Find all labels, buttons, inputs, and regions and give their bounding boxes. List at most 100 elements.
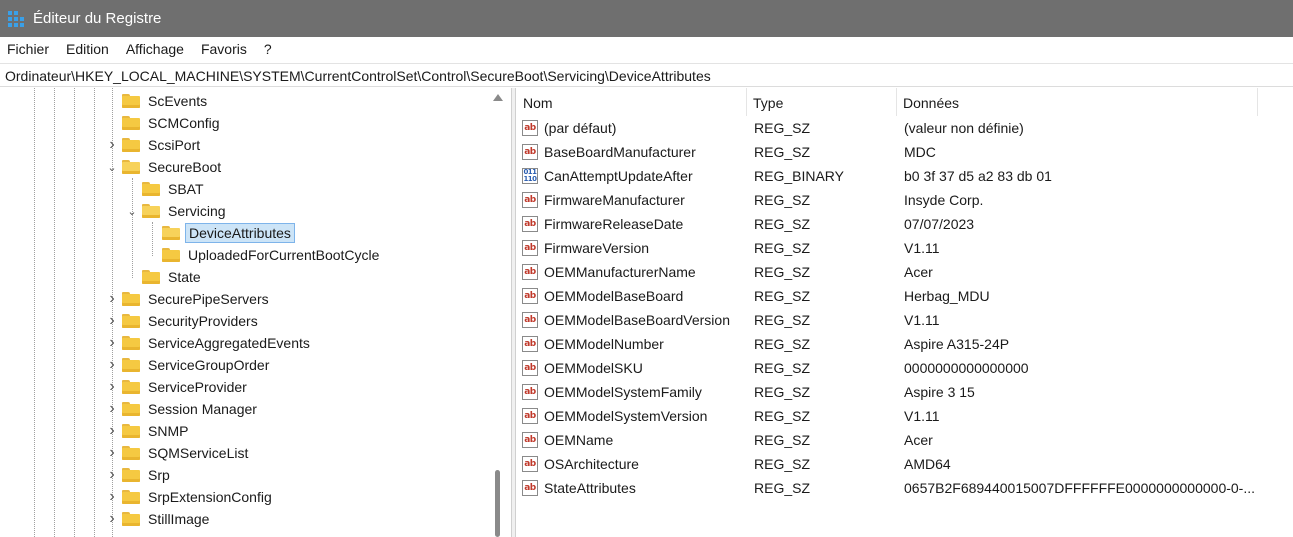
scroll-thumb[interactable] [495,470,500,537]
value-row[interactable]: ab BaseBoardManufacturer REG_SZ MDC [517,140,1293,164]
folder-icon [122,446,140,460]
value-row[interactable]: ab OEMModelBaseBoard REG_SZ Herbag_MDU [517,284,1293,308]
value-type: REG_SZ [754,480,811,496]
tree-item[interactable]: SrpExtensionConfig [122,486,274,508]
folder-icon [162,226,180,240]
chevron-down-icon[interactable]: ⌄ [126,200,138,222]
tree-item[interactable]: ServiceGroupOrder [122,354,271,376]
chevron-right-icon[interactable]: › [106,332,118,354]
tree-item[interactable]: DeviceAttributes [162,222,295,244]
value-row[interactable]: ab OSArchitecture REG_SZ AMD64 [517,452,1293,476]
menu-affichage[interactable]: Affichage [118,37,193,62]
tree-scrollbar[interactable] [490,88,506,537]
chevron-right-icon[interactable]: › [106,288,118,310]
value-type: REG_SZ [754,432,811,448]
value-name: OEMName [544,432,614,448]
tree-item[interactable]: SecureBoot [122,156,223,178]
tree-item[interactable]: ScsiPort [122,134,202,156]
column-header-name[interactable]: Nom [517,88,747,116]
tree-item[interactable]: SBAT [142,178,206,200]
chevron-right-icon[interactable]: › [106,486,118,508]
tree-item[interactable]: SCMConfig [122,112,222,134]
value-type: REG_SZ [754,384,811,400]
tree-item[interactable]: State [142,266,203,288]
folder-icon [122,358,140,372]
tree-item[interactable]: SecurityProviders [122,310,260,332]
value-row[interactable]: ab FirmwareVersion REG_SZ V1.11 [517,236,1293,260]
tree-item[interactable]: Srp [122,464,172,486]
tree-item[interactable]: ScEvents [122,90,209,112]
chevron-right-icon[interactable]: › [106,134,118,156]
chevron-down-icon[interactable]: ⌄ [106,156,118,178]
tree-item[interactable]: SQMServiceList [122,442,250,464]
chevron-right-icon[interactable]: › [106,376,118,398]
value-data: Acer [904,432,933,448]
chevron-right-icon[interactable]: › [106,464,118,486]
value-row[interactable]: ab OEMModelBaseBoardVersion REG_SZ V1.11 [517,308,1293,332]
value-row[interactable]: ab (par défaut) REG_SZ (valeur non définie) [517,116,1293,140]
menu-fichier[interactable]: Fichier [0,37,58,62]
value-row[interactable]: ab FirmwareManufacturer REG_SZ Insyde Corp. [517,188,1293,212]
tree-item-label: State [168,269,201,285]
scroll-up-arrow-icon[interactable] [493,94,503,101]
tree-guide-line [74,88,75,537]
value-name: OEMModelSystemVersion [544,408,708,424]
folder-icon [122,424,140,438]
tree-guide-line [132,178,133,278]
value-name: FirmwareManufacturer [544,192,685,208]
value-row[interactable]: ab OEMManufacturerName REG_SZ Acer [517,260,1293,284]
values-list[interactable]: Nom Type Données ab (par défaut) REG_SZ (va… [517,88,1293,537]
tree-item[interactable]: UploadedForCurrentBootCycle [162,244,381,266]
address-bar[interactable]: Ordinateur\HKEY_LOCAL_MACHINE\SYSTEM\Cur… [0,63,1293,87]
value-type: REG_SZ [754,120,811,136]
tree-item-label: Session Manager [148,401,257,417]
value-row[interactable]: ab FirmwareReleaseDate REG_SZ 07/07/2023 [517,212,1293,236]
value-name: BaseBoardManufacturer [544,144,696,160]
value-row[interactable]: ab OEMModelSystemVersion REG_SZ V1.11 [517,404,1293,428]
string-value-icon: ab [522,264,538,280]
value-type: REG_SZ [754,456,811,472]
value-data: 0657B2F689440015007DFFFFFFE0000000000000… [904,480,1256,496]
value-row[interactable]: ab OEMModelNumber REG_SZ Aspire A315-24P [517,332,1293,356]
tree-item[interactable]: SNMP [122,420,190,442]
folder-icon [142,270,160,284]
tree-item[interactable]: Servicing [142,200,228,222]
key-tree[interactable]: ScEvents SCMConfig › ScsiPort ⌄ SecureBoot SBA… [0,88,510,537]
folder-icon [122,336,140,350]
tree-item-label: SNMP [148,423,189,439]
string-value-icon: ab [522,216,538,232]
tree-item[interactable]: ServiceAggregatedEvents [122,332,312,354]
chevron-right-icon[interactable]: › [106,420,118,442]
tree-item[interactable]: Session Manager [122,398,259,420]
value-name: OEMModelBaseBoard [544,288,684,304]
tree-item[interactable]: SecurePipeServers [122,288,271,310]
value-row[interactable]: 011 110 CanAttemptUpdateAfter REG_BINARY b0… [517,164,1293,188]
chevron-right-icon[interactable]: › [106,310,118,332]
value-name: OEMModelBaseBoardVersion [544,312,730,328]
string-value-icon: ab [522,120,538,136]
tree-item[interactable]: StillImage [122,508,211,530]
folder-icon [122,160,140,174]
column-header-type[interactable]: Type [747,88,897,116]
menu-help[interactable]: ? [256,37,281,62]
column-header-data[interactable]: Données [897,88,1258,116]
chevron-right-icon[interactable]: › [106,398,118,420]
folder-icon [122,94,140,108]
menu-bar: Fichier Edition Affichage Favoris ? [0,37,1293,62]
value-name: OEMManufacturerName [544,264,696,280]
value-data: Aspire A315-24P [904,336,1010,352]
registry-app-icon [8,10,24,27]
value-row[interactable]: ab StateAttributes REG_SZ 0657B2F6894400150… [517,476,1293,500]
value-name: OEMModelNumber [544,336,664,352]
menu-edition[interactable]: Edition [58,37,118,62]
pane-splitter[interactable] [511,88,516,537]
chevron-right-icon[interactable]: › [106,442,118,464]
value-row[interactable]: ab OEMModelSKU REG_SZ 0000000000000000 [517,356,1293,380]
tree-item-label: ServiceProvider [148,379,247,395]
tree-item[interactable]: ServiceProvider [122,376,249,398]
chevron-right-icon[interactable]: › [106,508,118,530]
value-row[interactable]: ab OEMName REG_SZ Acer [517,428,1293,452]
value-row[interactable]: ab OEMModelSystemFamily REG_SZ Aspire 3 15 [517,380,1293,404]
menu-favoris[interactable]: Favoris [193,37,256,62]
chevron-right-icon[interactable]: › [106,354,118,376]
